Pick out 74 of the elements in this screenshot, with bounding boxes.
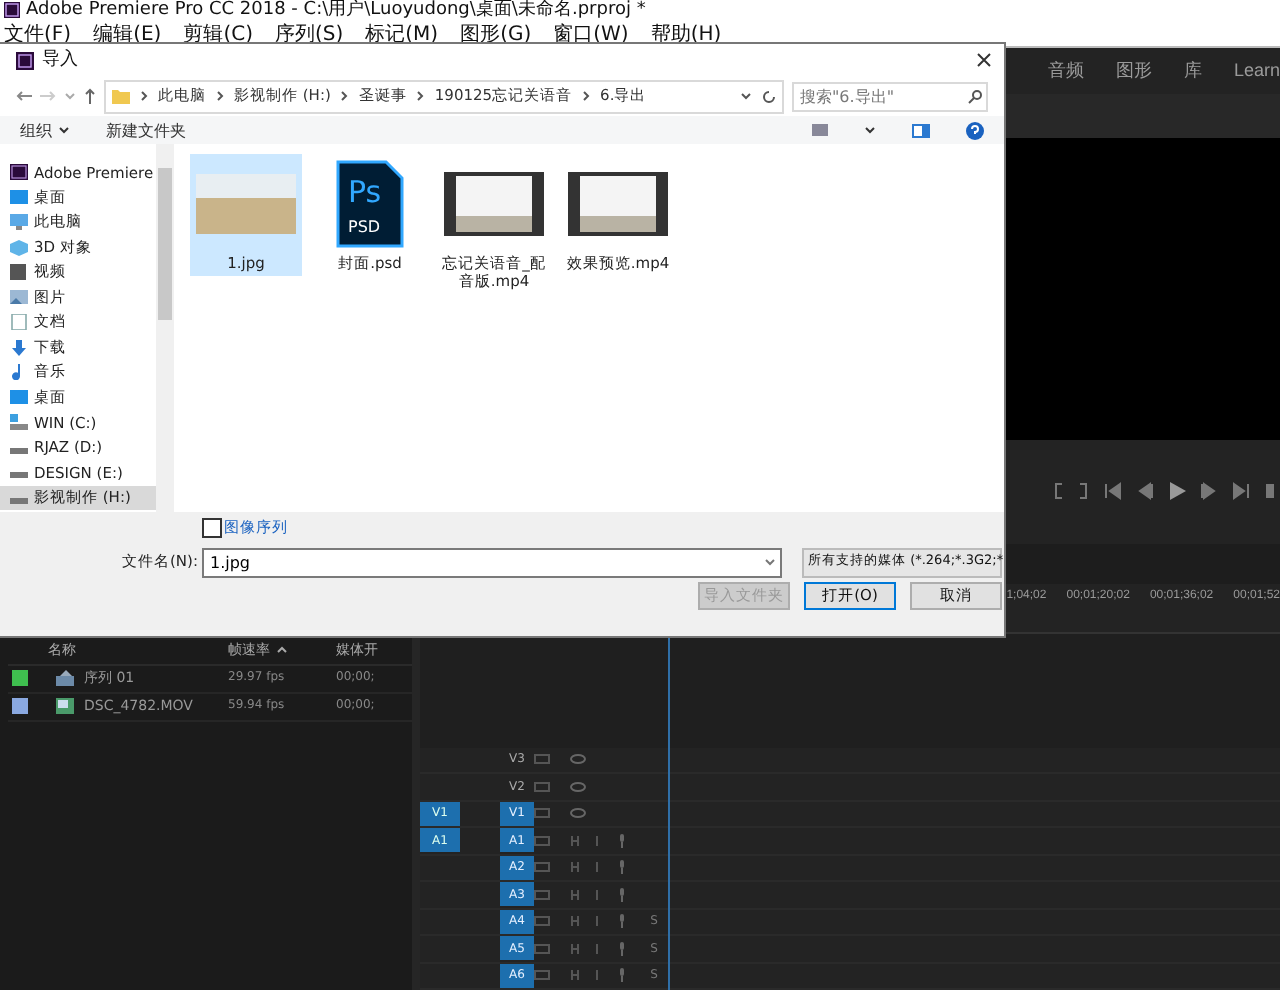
search-field[interactable]: 搜索"6.导出" [792,81,988,111]
mute-icon[interactable] [570,943,580,954]
caret-icon[interactable] [58,126,70,134]
mark-in-icon[interactable] [1052,482,1064,501]
workspace-tab[interactable]: Learn [1233,60,1280,81]
step-back-icon[interactable] [1136,482,1154,501]
chevron-icon [416,90,425,102]
menu-item[interactable]: 图形(G) [460,19,532,48]
workspace-tab[interactable]: 音频 [1047,57,1084,84]
microphone-icon[interactable] [618,860,626,875]
microphone-icon[interactable] [618,833,626,848]
drive-icon [10,414,28,431]
window-title: Adobe Premiere Pro CC 2018 - C:\用户\Luoyudong\桌面\未命名.prproj * [26,0,646,22]
clip-icon [56,698,74,714]
computer-icon [10,214,28,231]
chevron-icon [340,90,349,102]
microphone-icon[interactable] [618,968,626,983]
microphone-icon[interactable] [618,941,626,956]
photo-thumbnail [196,174,296,234]
step-forward-icon[interactable] [1200,482,1218,501]
help-icon[interactable] [966,121,984,139]
play-icon[interactable] [1168,482,1186,501]
mute-icon[interactable] [570,916,580,927]
sequence-icon [56,670,74,686]
caret-icon[interactable] [740,92,752,100]
mute-icon[interactable] [570,835,580,846]
download-arrow-icon [10,339,28,356]
desktop-icon [10,389,28,406]
folder-icon [112,88,130,104]
desktop-icon [10,189,28,206]
premiere-logo-icon [16,51,34,69]
mute-icon[interactable] [570,889,580,900]
document-icon [10,314,28,331]
scrollbar[interactable] [156,144,174,512]
go-to-out-icon[interactable] [1232,482,1250,501]
cube-icon [10,239,28,256]
go-to-in-icon[interactable] [1104,482,1122,501]
mute-icon[interactable] [570,970,580,981]
psd-file-icon: Ps PSD [336,160,404,248]
up-arrow-icon[interactable] [84,88,96,104]
menu-item[interactable]: 帮助(H) [650,19,722,48]
premiere-icon [10,164,28,181]
caret-icon[interactable] [864,126,876,134]
menu-item[interactable]: 剪辑(C) [183,19,253,48]
premiere-logo-icon [4,2,20,19]
mark-out-icon[interactable] [1078,482,1090,501]
new-folder-button[interactable]: 新建文件夹 [106,119,186,141]
microphone-icon[interactable] [618,887,626,902]
chevron-icon [140,90,148,102]
menu-item[interactable]: 标记(M) [365,19,439,48]
menu-item[interactable]: 序列(S) [274,19,344,48]
dialog-title: 导入 [42,49,80,71]
film-frame-icon [568,172,668,236]
close-icon[interactable] [976,52,992,68]
menu-item[interactable]: 编辑(E) [93,19,162,48]
forward-arrow-icon[interactable] [40,90,56,102]
chevron-icon [582,90,591,102]
microphone-icon[interactable] [618,914,626,929]
organize-button[interactable]: 组织 [20,119,70,141]
picture-icon [10,289,28,306]
workspace-tab[interactable]: 图形 [1115,57,1152,84]
checkbox[interactable] [202,518,222,538]
mute-icon[interactable] [570,862,580,873]
back-arrow-icon[interactable] [16,90,32,102]
film-frame-icon [444,172,544,236]
filename-field[interactable]: 1.jpg [202,547,782,577]
refresh-icon[interactable] [762,89,776,103]
search-icon[interactable] [968,89,982,103]
menu-item[interactable]: 窗口(W) [553,19,629,48]
menu-item[interactable]: 文件(F) [4,19,72,48]
chevron-icon [216,90,224,102]
workspace-tab[interactable]: 库 [1183,57,1202,84]
sort-up-icon[interactable] [276,646,288,655]
preview-pane-icon[interactable] [912,123,930,137]
